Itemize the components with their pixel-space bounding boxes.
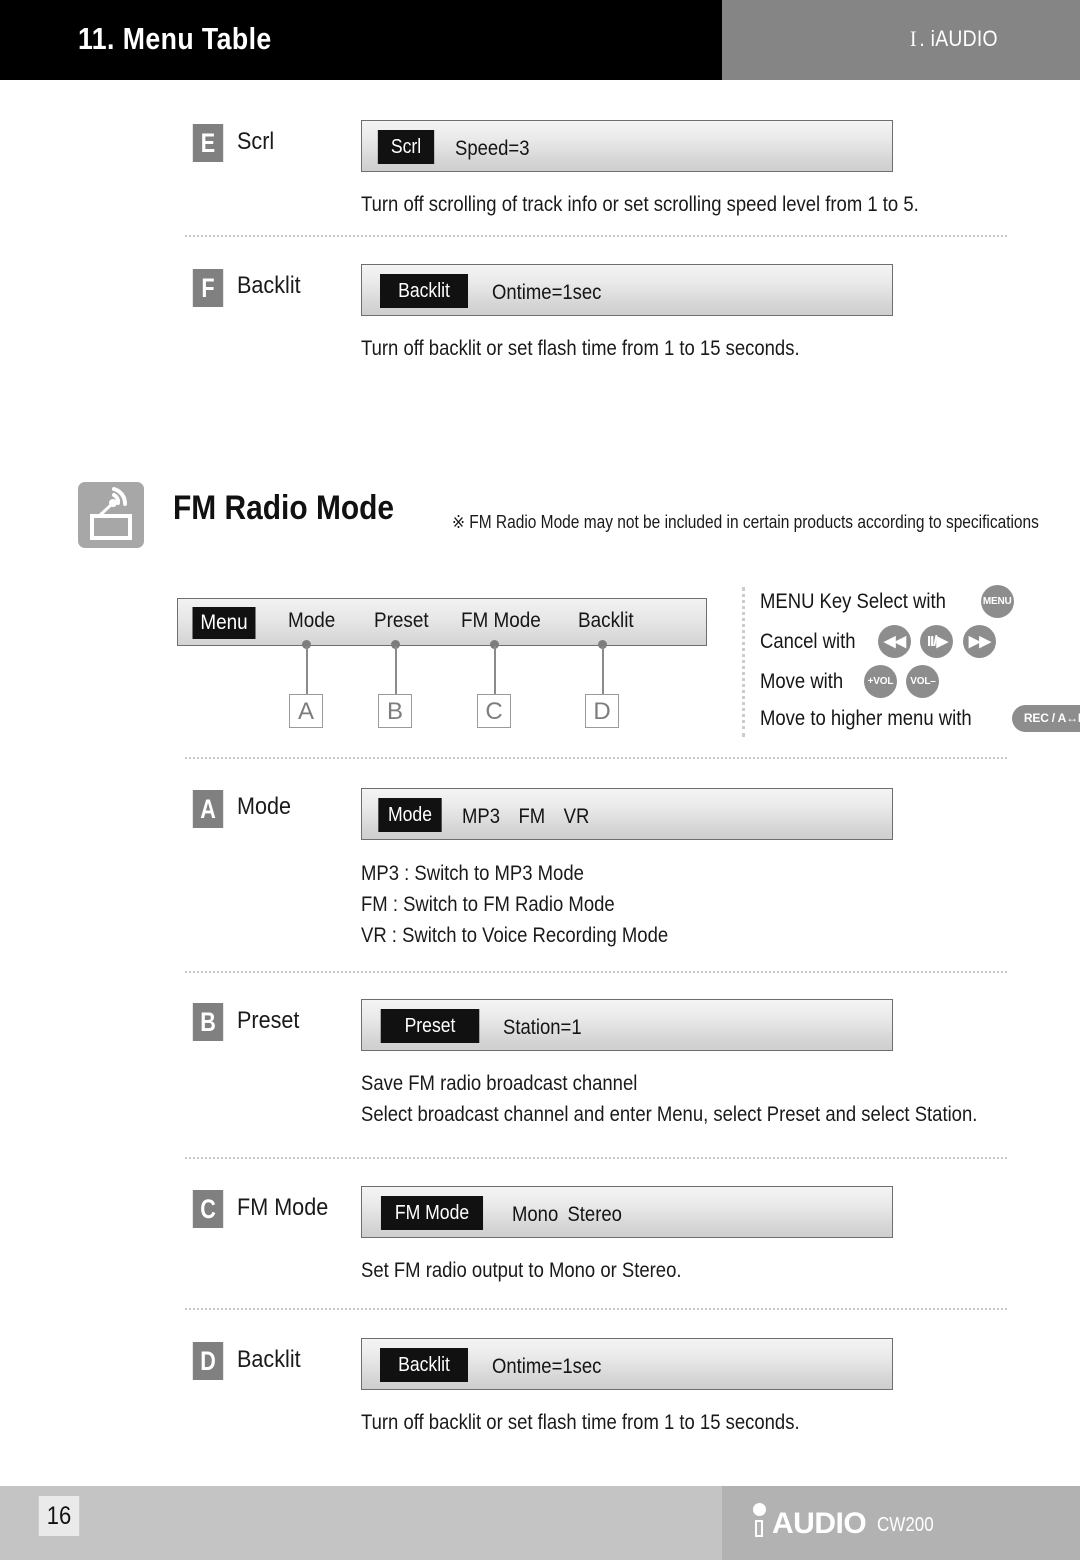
navbar-item-fm-mode[interactable]: FM Mode	[461, 609, 541, 633]
legend-dotted-rail	[742, 587, 745, 737]
fm-radio-icon	[78, 482, 144, 548]
volume-down-key-icon: VOL–	[906, 665, 940, 698]
footer-brand-logo: AUDIO CW200	[752, 1503, 944, 1545]
volume-up-key-icon: +VOL	[863, 665, 897, 698]
lcd-display-scrl: Scrl Speed=3	[361, 120, 893, 172]
rewind-key-icon: ◀◀	[878, 625, 912, 658]
legend-text-cancel: Cancel with	[760, 629, 856, 653]
navbar-item-preset[interactable]: Preset	[374, 609, 429, 633]
lcd-tag-backlit-fm: Backlit	[380, 1348, 468, 1382]
lcd-value-backlit-fm: Ontime=1sec	[492, 1355, 602, 1378]
play-pause-key-icon: II/▶	[920, 625, 954, 658]
item-desc-backlit-top-1: Turn off backlit or set flash time from …	[361, 337, 800, 360]
legend-row-menu-select: MENU Key Select with MENU	[760, 585, 1014, 625]
lcd-tag-backlit-top: Backlit	[380, 274, 468, 308]
key-legend: MENU Key Select with MENU Cancel with ◀◀…	[742, 585, 1080, 743]
item-title-preset: Preset	[237, 1007, 300, 1034]
item-badge-b: B	[192, 1003, 224, 1041]
chapter-label: I. iAUDIO	[910, 26, 998, 52]
lcd-value-preset: Station=1	[503, 1016, 582, 1039]
item-desc-preset-2: Select broadcast channel and enter Menu,…	[361, 1103, 978, 1126]
logo-model-text: CW200	[877, 1513, 934, 1536]
item-title-fm-mode: FM Mode	[237, 1194, 329, 1221]
callout-box-d: D	[585, 694, 619, 728]
page-header: 11. Menu Table I. iAUDIO	[0, 0, 1080, 80]
callout-box-a: A	[289, 694, 323, 728]
divider-3	[185, 971, 1007, 973]
divider-5	[185, 1308, 1007, 1310]
divider-2	[185, 757, 1007, 759]
callout-line-c	[494, 646, 496, 694]
lcd-display-fm-mode: FM Mode Mono Stereo	[361, 1186, 893, 1238]
callout-line-b	[395, 646, 397, 694]
page-number: 16	[38, 1496, 80, 1536]
callout-line-d	[602, 646, 604, 694]
navbar-item-mode[interactable]: Mode	[288, 609, 335, 633]
menu-key-icon: MENU	[980, 585, 1014, 618]
lcd-display-mode: Mode MP3 FM VR	[361, 788, 893, 840]
legend-text-menu-select: MENU Key Select with	[760, 589, 946, 613]
lcd-value-backlit-top: Ontime=1sec	[492, 281, 602, 304]
legend-row-move: Move with +VOL VOL–	[760, 665, 940, 705]
lcd-value-mode: MP3 FM VR	[462, 805, 590, 828]
item-badge-d: D	[192, 1342, 224, 1380]
item-title-backlit-top: Backlit	[237, 272, 301, 299]
chapter-separator: .	[919, 26, 926, 51]
lcd-display-backlit-top: Backlit Ontime=1sec	[361, 264, 893, 316]
item-desc-preset-1: Save FM radio broadcast channel	[361, 1072, 638, 1095]
header-gray-band	[722, 0, 1080, 80]
lcd-tag-preset: Preset	[380, 1009, 480, 1043]
divider-1	[185, 235, 1007, 237]
item-badge-f: F	[192, 269, 224, 307]
section-note: ※ FM Radio Mode may not be included in c…	[452, 512, 1039, 532]
legend-row-cancel: Cancel with ◀◀ II/▶ ▶▶	[760, 625, 996, 665]
item-desc-scrl-1: Turn off scrolling of track info or set …	[361, 193, 919, 216]
menu-navbar: Menu Mode Preset FM Mode Backlit	[177, 598, 707, 646]
lcd-tag-fm-mode: FM Mode	[380, 1196, 484, 1230]
item-desc-backlit-fm-1: Turn off backlit or set flash time from …	[361, 1411, 800, 1434]
logo-audio-text: AUDIO	[772, 1507, 867, 1540]
callout-box-c: C	[477, 694, 511, 728]
callout-line-a	[306, 646, 308, 694]
legend-text-higher-menu: Move to higher menu with	[760, 706, 972, 730]
lcd-display-preset: Preset Station=1	[361, 999, 893, 1051]
legend-text-move: Move with	[760, 669, 844, 693]
chapter-number: I	[910, 26, 917, 51]
lcd-tag-scrl: Scrl	[377, 130, 435, 164]
lcd-display-backlit-fm: Backlit Ontime=1sec	[361, 1338, 893, 1390]
item-badge-a: A	[192, 790, 224, 828]
item-title-backlit-fm: Backlit	[237, 1346, 301, 1373]
navbar-item-backlit[interactable]: Backlit	[578, 609, 634, 633]
rec-ab-key-icon: REC / A↔B	[1011, 705, 1080, 732]
item-title-mode: Mode	[237, 793, 292, 820]
fast-forward-key-icon: ▶▶	[962, 625, 996, 658]
logo-i-stem	[755, 1520, 763, 1537]
logo-i-dot	[753, 1503, 766, 1516]
lcd-value-scrl: Speed=3	[455, 137, 530, 160]
item-badge-e: E	[192, 124, 224, 162]
item-badge-c: C	[192, 1190, 224, 1228]
legend-row-higher-menu: Move to higher menu with REC / A↔B	[760, 705, 1080, 745]
lcd-value-fm-mode: Mono Stereo	[512, 1203, 622, 1226]
callout-box-b: B	[378, 694, 412, 728]
item-desc-mode-1: MP3 : Switch to MP3 Mode	[361, 862, 584, 885]
item-desc-fm-mode-1: Set FM radio output to Mono or Stereo.	[361, 1259, 682, 1282]
divider-4	[185, 1157, 1007, 1159]
page-title: 11. Menu Table	[78, 21, 272, 56]
navbar-menu-tag[interactable]: Menu	[192, 607, 256, 639]
chapter-name: iAUDIO	[930, 26, 998, 51]
item-title-scrl: Scrl	[237, 128, 275, 155]
section-title-fm-radio-mode: FM Radio Mode	[173, 489, 395, 527]
lcd-tag-mode: Mode	[378, 798, 442, 832]
item-desc-mode-3: VR : Switch to Voice Recording Mode	[361, 924, 669, 947]
item-desc-mode-2: FM : Switch to FM Radio Mode	[361, 893, 615, 916]
logo-i-icon	[752, 1503, 766, 1537]
